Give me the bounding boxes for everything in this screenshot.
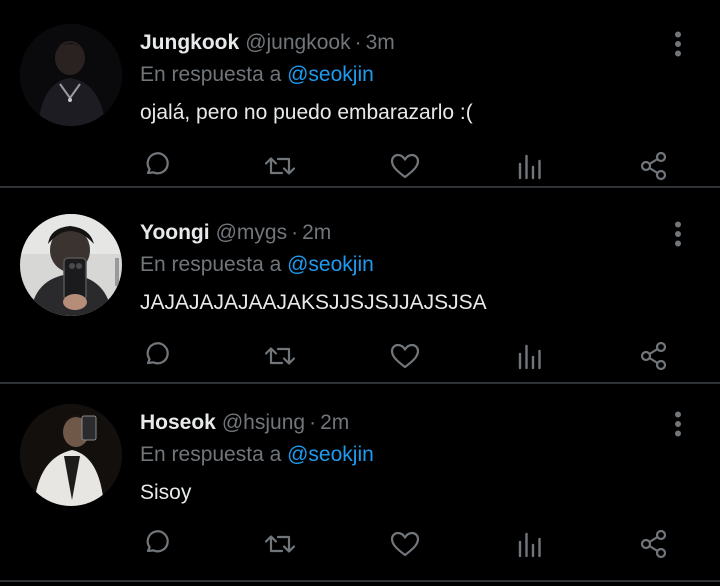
reply-context: En respuesta a @seokjin [140,252,374,278]
tweet-item[interactable]: Yoongi @mygs · 2m En respuesta a @seokjin J… [0,196,720,384]
avatar-image [20,404,122,506]
separator-dot: · [309,411,317,434]
reply-mention-link[interactable]: @seokjin [287,63,374,86]
reply-feed: Jungkook @jungkook · 3m En respuesta a @seo… [0,0,720,586]
share-icon [640,341,667,371]
share-button[interactable] [636,338,672,374]
views-icon [518,154,541,180]
share-icon [640,151,667,181]
tweet-actions [0,338,720,374]
share-button[interactable] [636,526,672,562]
timestamp[interactable]: 2m [302,221,331,244]
more-options-icon [675,221,681,247]
avatar[interactable] [20,24,122,126]
tweet-text: Sisoy [140,481,192,504]
tweet-text: JAJAJAJAJAAJAKSJJSJSJJAJSJSA [140,291,487,314]
avatar-image [20,24,122,126]
retweet-button[interactable] [262,526,298,562]
tweet-header: Yoongi @mygs · 2m [140,220,331,246]
tweet-header: Hoseok @hsjung · 2m [140,410,349,436]
tweet-item[interactable]: Hoseok @hsjung · 2m En respuesta a @seokjin… [0,386,720,582]
separator-dot: · [291,221,299,244]
like-button[interactable] [387,526,423,562]
views-button[interactable] [512,148,548,184]
timestamp[interactable]: 2m [320,411,349,434]
reply-icon [146,530,169,553]
reply-icon [146,342,169,365]
more-options-button[interactable] [662,220,694,248]
reply-button[interactable] [138,338,174,374]
reply-mention-link[interactable]: @seokjin [287,443,374,466]
more-options-icon [675,411,681,437]
tweet-actions [0,526,720,562]
reply-prefix: En respuesta a [140,253,282,276]
views-icon [518,344,541,370]
more-options-button[interactable] [662,410,694,438]
like-button[interactable] [387,148,423,184]
avatar[interactable] [20,404,122,506]
retweet-icon [264,157,296,175]
retweet-button[interactable] [262,338,298,374]
like-icon [390,153,420,179]
reply-button[interactable] [138,526,174,562]
reply-button[interactable] [138,148,174,184]
like-icon [390,531,420,557]
display-name[interactable]: Hoseok [140,411,216,434]
retweet-icon [264,535,296,553]
reply-prefix: En respuesta a [140,63,282,86]
like-icon [390,343,420,369]
reply-icon [146,152,169,175]
separator-dot: · [354,31,362,54]
avatar[interactable] [20,214,122,316]
display-name[interactable]: Jungkook [140,31,239,54]
user-handle[interactable]: @mygs [216,221,288,244]
views-button[interactable] [512,526,548,562]
user-handle[interactable]: @jungkook [245,31,350,54]
share-icon [640,529,667,559]
more-options-icon [675,31,681,57]
tweet-header: Jungkook @jungkook · 3m [140,30,395,56]
reply-context: En respuesta a @seokjin [140,62,374,88]
timestamp[interactable]: 3m [366,31,395,54]
reply-context: En respuesta a @seokjin [140,442,374,468]
like-button[interactable] [387,338,423,374]
more-options-button[interactable] [662,30,694,58]
user-handle[interactable]: @hsjung [222,411,305,434]
reply-prefix: En respuesta a [140,443,282,466]
retweet-button[interactable] [262,148,298,184]
reply-mention-link[interactable]: @seokjin [287,253,374,276]
tweet-text: ojalá, pero no puedo embarazarlo :( [140,101,473,124]
tweet-item[interactable]: Jungkook @jungkook · 3m En respuesta a @seo… [0,0,720,188]
avatar-image [20,214,122,316]
tweet-actions [0,148,720,184]
share-button[interactable] [636,148,672,184]
display-name[interactable]: Yoongi [140,221,210,244]
retweet-icon [264,347,296,365]
views-icon [518,532,541,558]
views-button[interactable] [512,338,548,374]
